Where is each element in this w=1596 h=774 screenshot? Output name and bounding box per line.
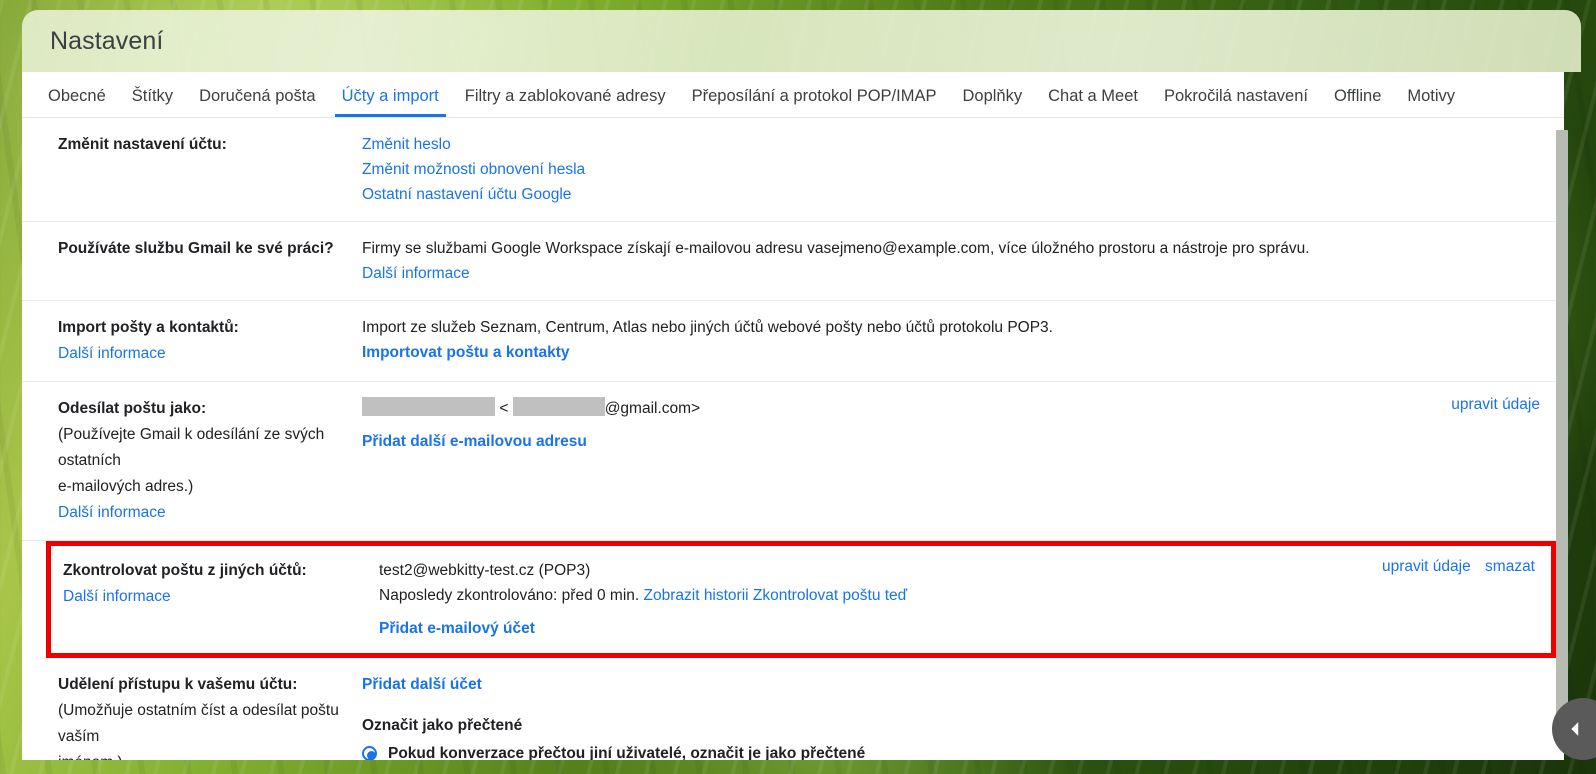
settings-rows: Změnit nastavení účtu: Změnit heslo Změn…	[22, 118, 1564, 760]
row-change-account-settings: Změnit nastavení účtu: Změnit heslo Změn…	[22, 118, 1564, 222]
check-mail-now-link[interactable]: Zkontrolovat poštu teď	[753, 587, 907, 604]
gmail-work-more-info-link[interactable]: Další informace	[362, 265, 470, 282]
add-another-email-address-link[interactable]: Přidat další e-mailovou adresu	[362, 433, 587, 450]
send-as-note-line2: e-mailových adres.)	[58, 478, 194, 495]
import-text: Import ze služeb Seznam, Centrum, Atlas …	[362, 319, 1053, 336]
check-mail-delete-link[interactable]: smazat	[1485, 558, 1535, 575]
check-mail-account: test2@webkitty-test.cz (POP3)	[379, 562, 591, 579]
address-domain: @gmail.com>	[604, 400, 701, 417]
row-check-mail-other-accounts: Zkontrolovat poštu z jiných účtů: Další …	[46, 541, 1556, 658]
check-mail-last-checked: Naposledy zkontrolováno: před 0 min.	[379, 587, 640, 604]
check-mail-edit-link[interactable]: upravit údaje	[1382, 558, 1471, 575]
tab-obecne[interactable]: Obecné	[35, 87, 119, 117]
check-mail-label: Zkontrolovat poštu z jiných účtů:	[63, 562, 307, 579]
tab-doplnky[interactable]: Doplňky	[949, 87, 1035, 117]
send-as-address: < @gmail.com>	[362, 396, 1433, 421]
scrollbar-thumb[interactable]	[1556, 130, 1568, 730]
tab-ucty-a-import[interactable]: Účty a import	[329, 87, 452, 117]
check-mail-more-info-link[interactable]: Další informace	[63, 588, 171, 605]
tab-pokrocila-nastaveni[interactable]: Pokročilá nastavení	[1151, 87, 1321, 117]
row-content: Změnit heslo Změnit možnosti obnovení he…	[362, 132, 1540, 207]
change-account-label: Změnit nastavení účtu:	[58, 136, 227, 153]
mark-as-read-title: Označit jako přečtené	[362, 717, 523, 734]
row-label: Změnit nastavení účtu:	[22, 132, 362, 207]
import-mail-contacts-link[interactable]: Importovat poštu a kontakty	[362, 344, 570, 361]
import-label: Import pošty a kontaktů:	[58, 319, 239, 336]
row-label: Udělení přístupu k vašemu účtu: (Umožňuj…	[22, 672, 362, 760]
row-gmail-for-work: Používáte službu Gmail ke své práci? Fir…	[22, 222, 1564, 301]
vertical-scrollbar[interactable]	[1556, 82, 1568, 750]
row-content: < @gmail.com> Přidat další e-mailovou ad…	[362, 396, 1433, 526]
tab-offline[interactable]: Offline	[1321, 87, 1394, 117]
grant-access-note-line2: jménem.)	[58, 750, 362, 760]
tab-dorucena-posta[interactable]: Doručená pošta	[186, 87, 329, 117]
show-history-link[interactable]: Zobrazit historii	[644, 587, 749, 604]
chevron-left-icon	[1564, 718, 1596, 740]
tab-chat-a-meet[interactable]: Chat a Meet	[1035, 87, 1151, 117]
tab-stitky[interactable]: Štítky	[119, 87, 186, 117]
row-actions: upravit údaje smazat	[1364, 558, 1535, 641]
row-actions: upravit údaje	[1433, 396, 1540, 526]
send-as-edit-link[interactable]: upravit údaje	[1451, 396, 1540, 413]
radio-option-mark-read-label: Pokud konverzace přečtou jiní uživatelé,…	[388, 745, 866, 760]
redacted-display-name	[362, 397, 495, 416]
row-label: Zkontrolovat poštu z jiných účtů: Další …	[51, 558, 379, 641]
radio-selected-icon[interactable]	[362, 746, 377, 760]
other-google-account-settings-link[interactable]: Ostatní nastavení účtu Google	[362, 186, 571, 203]
tab-preposilani-a-protokol-pop-imap[interactable]: Přeposílání a protokol POP/IMAP	[679, 87, 950, 117]
row-label: Používáte službu Gmail ke své práci?	[22, 236, 362, 286]
import-more-info-link[interactable]: Další informace	[58, 345, 166, 362]
tab-filtry-a-zablokovane-adresy[interactable]: Filtry a zablokované adresy	[452, 87, 679, 117]
row-content: test2@webkitty-test.cz (POP3) Naposledy …	[379, 558, 1364, 641]
settings-tabs: Obecné Štítky Doručená pošta Účty a impo…	[22, 72, 1564, 118]
radio-option-mark-read[interactable]: Pokud konverzace přečtou jiní uživatelé,…	[362, 741, 1540, 760]
panel-body: Obecné Štítky Doručená pošta Účty a impo…	[22, 72, 1564, 760]
row-send-mail-as: Odesílat poštu jako: (Používejte Gmail k…	[22, 382, 1564, 541]
row-import-mail-contacts: Import pošty a kontaktů: Další informace…	[22, 301, 1564, 382]
redacted-email-local-part	[512, 397, 605, 416]
grant-access-label: Udělení přístupu k vašemu účtu:	[58, 676, 298, 693]
tab-motivy[interactable]: Motivy	[1394, 87, 1468, 117]
page-title: Nastavení	[50, 26, 164, 55]
gmail-work-text: Firmy se službami Google Workspace získa…	[362, 240, 1310, 257]
send-as-more-info-link[interactable]: Další informace	[58, 504, 166, 521]
add-email-account-link[interactable]: Přidat e-mailový účet	[379, 620, 535, 637]
row-label: Import pošty a kontaktů: Další informace	[22, 315, 362, 367]
gmail-work-label: Používáte službu Gmail ke své práci?	[58, 240, 334, 257]
settings-panel: Nastavení Obecné Štítky Doručená pošta Ú…	[22, 10, 1581, 760]
row-grant-account-access: Udělení přístupu k vašemu účtu: (Umožňuj…	[22, 658, 1564, 760]
change-password-link[interactable]: Změnit heslo	[362, 136, 451, 153]
row-content: Firmy se službami Google Workspace získa…	[362, 236, 1540, 286]
row-label: Odesílat poštu jako: (Používejte Gmail k…	[22, 396, 362, 526]
send-as-note-line1: (Používejte Gmail k odesílání ze svých o…	[58, 426, 325, 469]
row-content: Přidat další účet Označit jako přečtené …	[362, 672, 1540, 760]
row-content: Import ze služeb Seznam, Centrum, Atlas …	[362, 315, 1540, 367]
grant-access-note-line1: (Umožňuje ostatním číst a odesílat poštu…	[58, 702, 339, 745]
change-recovery-options-link[interactable]: Změnit možnosti obnovení hesla	[362, 161, 585, 178]
add-another-account-link[interactable]: Přidat další účet	[362, 676, 482, 693]
address-open-bracket: <	[499, 400, 509, 417]
check-mail-status-line: Naposledy zkontrolováno: před 0 min. Zob…	[379, 583, 1364, 608]
panel-header: Nastavení	[22, 10, 1581, 72]
send-as-label: Odesílat poštu jako:	[58, 400, 207, 417]
